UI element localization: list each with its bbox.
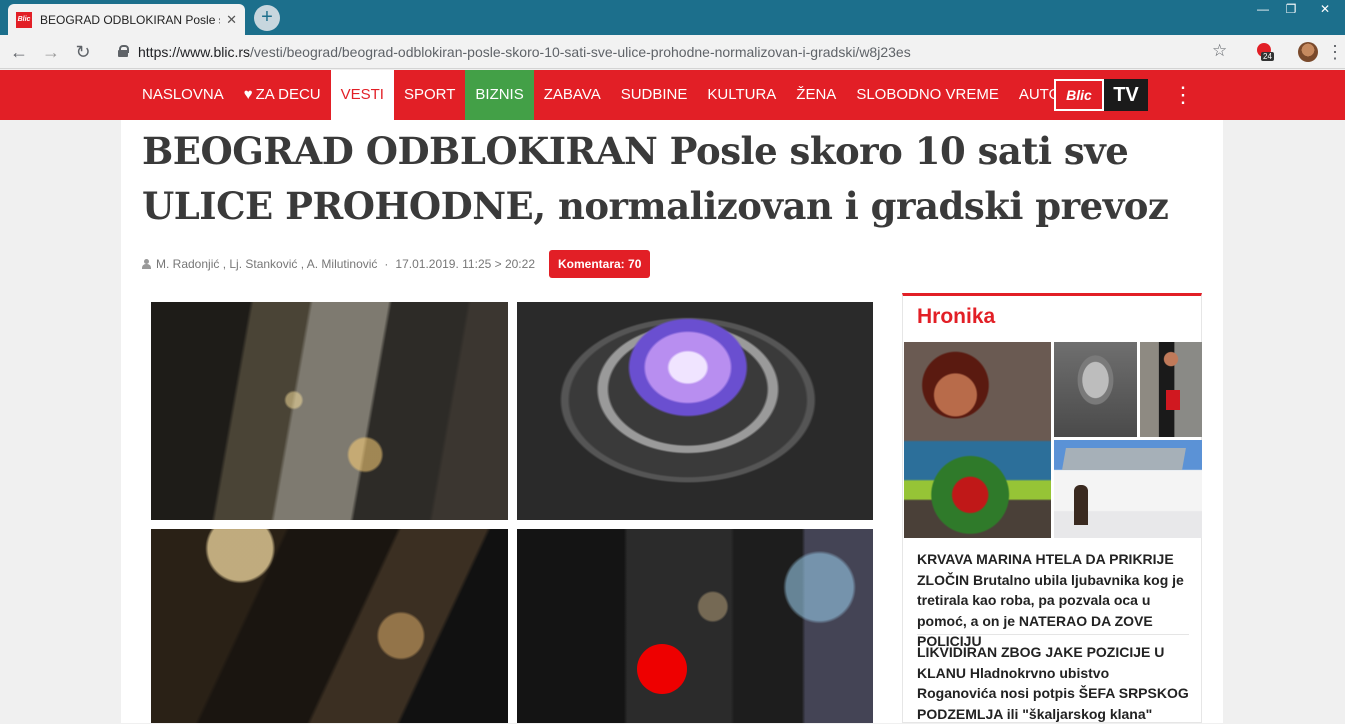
author-icon bbox=[142, 259, 151, 269]
url-path: /vesti/beograd/beograd-odblokiran-posle-… bbox=[250, 44, 911, 60]
sidebar-hronika: Hronika KRVAVA MARINA HTELA DA PRIKRIJE … bbox=[902, 293, 1202, 723]
close-window-button[interactable]: ✕ bbox=[1305, 0, 1345, 20]
blic-tv-link[interactable]: Blic TV bbox=[1054, 79, 1148, 111]
article-photo-fountain[interactable] bbox=[517, 302, 873, 520]
profile-avatar[interactable] bbox=[1298, 42, 1318, 62]
skirt-shape bbox=[1166, 390, 1180, 410]
window-controls: — ❐ ✕ bbox=[1249, 0, 1345, 20]
nav-item-za-decu[interactable]: ♥ ZA DECU bbox=[234, 70, 331, 120]
nav-items: NASLOVNA ♥ ZA DECU VESTI SPORT BIZNIS ZAB… bbox=[132, 70, 1070, 120]
extension-icon[interactable]: 24 bbox=[1255, 43, 1275, 63]
reload-icon[interactable]: ↻ bbox=[72, 41, 94, 63]
article-authors: M. Radonjić , Lj. Stanković , A. Milutin… bbox=[156, 257, 378, 271]
blic-logo: Blic bbox=[1054, 79, 1104, 111]
sidebar-title[interactable]: Hronika bbox=[917, 305, 995, 329]
article-photo-street[interactable] bbox=[151, 302, 508, 520]
url-field[interactable]: https://www.blic.rs/vesti/beograd/beogra… bbox=[106, 39, 1240, 65]
man-shape bbox=[1074, 485, 1088, 525]
sidebar-photo-woman[interactable] bbox=[904, 342, 1051, 538]
extension-badge: 24 bbox=[1261, 52, 1274, 61]
nav-item-slobodno-vreme[interactable]: SLOBODNO VREME bbox=[846, 70, 1009, 120]
nav-item-zena[interactable]: ŽENA bbox=[786, 70, 846, 120]
story-divider bbox=[917, 634, 1189, 635]
nav-item-biznis[interactable]: BIZNIS bbox=[465, 70, 534, 120]
forward-icon[interactable]: → bbox=[40, 41, 62, 63]
star-icon[interactable]: ☆ bbox=[1212, 41, 1227, 61]
nav-item-kultura[interactable]: KULTURA bbox=[697, 70, 786, 120]
article-date: 17.01.2019. 11:25 > 20:22 bbox=[395, 257, 535, 271]
roof-shape bbox=[1062, 448, 1186, 470]
address-bar: ← → ↻ https://www.blic.rs/vesti/beograd/… bbox=[0, 35, 1345, 69]
sidebar-photo-woman-standing[interactable] bbox=[1140, 342, 1202, 437]
article-photo-traffic[interactable] bbox=[151, 529, 508, 723]
minimize-button[interactable]: — bbox=[1249, 0, 1277, 20]
article-headline: BEOGRAD ODBLOKIRAN Posle skoro 10 sati s… bbox=[142, 129, 1169, 228]
favicon: Blic bbox=[16, 11, 32, 28]
close-tab-icon[interactable]: ✕ bbox=[226, 12, 237, 28]
article-photo-intersection[interactable] bbox=[517, 529, 873, 723]
nav-item-naslovna[interactable]: NASLOVNA bbox=[132, 70, 234, 120]
red-marker bbox=[637, 644, 687, 694]
more-menu-icon[interactable]: ⋮ bbox=[1172, 82, 1194, 108]
browser-tab-bar: Blic BEOGRAD ODBLOKIRAN Posle skoro ✕ + … bbox=[0, 0, 1345, 35]
heart-icon: ♥ bbox=[243, 86, 253, 103]
nav-item-zabava[interactable]: ZABAVA bbox=[534, 70, 611, 120]
meta-separator: · bbox=[384, 257, 389, 271]
lock-icon bbox=[118, 45, 129, 57]
article-meta: M. Radonjić , Lj. Stanković , A. Milutin… bbox=[142, 250, 651, 278]
site-nav: NASLOVNA ♥ ZA DECU VESTI SPORT BIZNIS ZAB… bbox=[0, 70, 1345, 120]
article-page: BEOGRAD ODBLOKIRAN Posle skoro 10 sati s… bbox=[121, 120, 1223, 723]
sidebar-story-link[interactable]: LIKVIDIRAN ZBOG JAKE POZICIJE U KLANU Hl… bbox=[917, 642, 1189, 724]
nav-item-label: ZA DECU bbox=[255, 86, 321, 103]
nav-item-sport[interactable]: SPORT bbox=[394, 70, 465, 120]
back-icon[interactable]: ← bbox=[8, 41, 30, 63]
new-tab-button[interactable]: + bbox=[254, 5, 280, 31]
tab-title: BEOGRAD ODBLOKIRAN Posle skoro bbox=[40, 12, 220, 27]
sidebar-story-link[interactable]: KRVAVA MARINA HTELA DA PRIKRIJE ZLOČIN B… bbox=[917, 549, 1189, 652]
browser-tab[interactable]: Blic BEOGRAD ODBLOKIRAN Posle skoro ✕ bbox=[8, 4, 245, 35]
comments-button[interactable]: Komentara: 70 bbox=[549, 250, 651, 278]
url-host: https://www.blic.rs bbox=[138, 44, 251, 60]
nav-item-vesti[interactable]: VESTI bbox=[330, 70, 394, 120]
tv-label: TV bbox=[1104, 79, 1148, 111]
nav-item-sudbine[interactable]: SUDBINE bbox=[611, 70, 698, 120]
sidebar-photo-house[interactable] bbox=[1054, 440, 1202, 538]
restore-button[interactable]: ❐ bbox=[1277, 0, 1305, 20]
url-text: https://www.blic.rs/vesti/beograd/beogra… bbox=[138, 44, 911, 60]
menu-icon[interactable]: ⋮ bbox=[1326, 42, 1344, 62]
sidebar-photo-man[interactable] bbox=[1054, 342, 1137, 437]
